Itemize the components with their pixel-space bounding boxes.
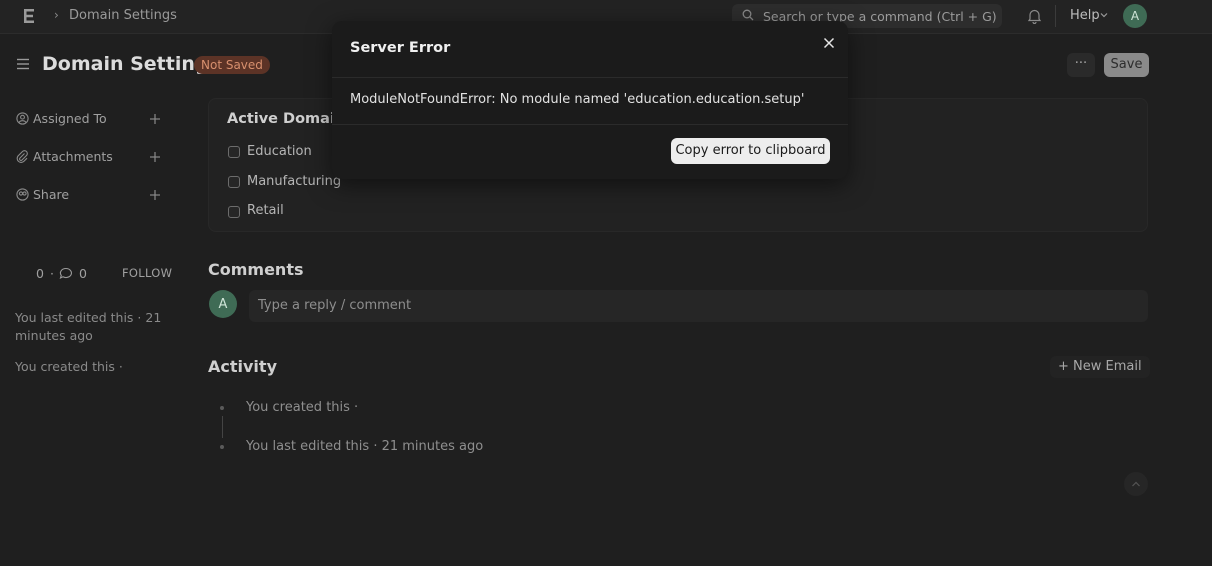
retail-checkbox[interactable] <box>228 206 240 218</box>
education-checkbox[interactable] <box>228 146 240 158</box>
more-actions-button[interactable]: ··· <box>1067 53 1095 77</box>
share-icon <box>16 188 29 201</box>
last-edited-note: You last edited this · 21 minutes ago <box>15 310 162 343</box>
add-attachment-icon[interactable] <box>149 151 161 163</box>
activity-title: Activity <box>208 357 277 376</box>
add-assignee-icon[interactable] <box>149 113 161 125</box>
modal-divider <box>332 124 848 125</box>
assign-icon <box>16 112 29 125</box>
likes-count[interactable]: 0 <box>36 266 44 281</box>
error-message: ModuleNotFoundError: No module named 'ed… <box>350 92 805 107</box>
follow-button[interactable]: FOLLOW <box>122 266 172 280</box>
timeline-dot <box>220 406 224 410</box>
search-icon <box>742 9 754 21</box>
timeline-line <box>222 416 223 438</box>
chevron-down-icon <box>1100 13 1108 18</box>
activity-item: You created this · <box>246 400 359 415</box>
comment-avatar: A <box>209 290 237 318</box>
status-badge: Not Saved <box>194 56 270 74</box>
navbar-divider <box>1055 5 1056 27</box>
chevron-right-icon: › <box>54 8 59 22</box>
modal-title: Server Error <box>350 40 451 56</box>
bell-icon[interactable] <box>1027 8 1042 24</box>
comment-placeholder: Type a reply / comment <box>258 298 412 313</box>
sidebar-toggle-icon[interactable] <box>16 57 30 71</box>
app-logo-icon[interactable] <box>22 8 36 24</box>
new-email-button[interactable]: + New Email <box>1050 356 1150 378</box>
timeline-dot <box>220 445 224 449</box>
comments-title: Comments <box>208 260 304 279</box>
separator-dot: · <box>50 266 54 281</box>
chevron-up-icon <box>1132 481 1140 487</box>
activity-item: You last edited this · 21 minutes ago <box>246 439 484 454</box>
sidebar-item-share[interactable]: Share <box>33 187 69 202</box>
created-note: You created this · <box>15 359 123 374</box>
education-label: Education <box>247 144 312 159</box>
manufacturing-checkbox[interactable] <box>228 176 240 188</box>
paperclip-icon <box>16 150 28 163</box>
add-share-icon[interactable] <box>149 189 161 201</box>
modal-divider <box>332 77 848 78</box>
manufacturing-label: Manufacturing <box>247 174 342 189</box>
save-button[interactable]: Save <box>1104 53 1149 77</box>
user-avatar[interactable]: A <box>1123 4 1147 28</box>
comment-icon <box>59 267 72 280</box>
breadcrumb[interactable]: Domain Settings <box>69 8 177 23</box>
sidebar-item-assigned-to[interactable]: Assigned To <box>33 111 107 126</box>
copy-error-button[interactable]: Copy error to clipboard <box>671 138 830 164</box>
sidebar-item-attachments[interactable]: Attachments <box>33 149 113 164</box>
close-icon[interactable] <box>822 36 836 50</box>
scroll-to-top-button[interactable] <box>1124 472 1148 496</box>
retail-label: Retail <box>247 203 284 218</box>
help-menu[interactable]: Help <box>1070 8 1100 23</box>
comments-count[interactable]: 0 <box>79 266 87 281</box>
